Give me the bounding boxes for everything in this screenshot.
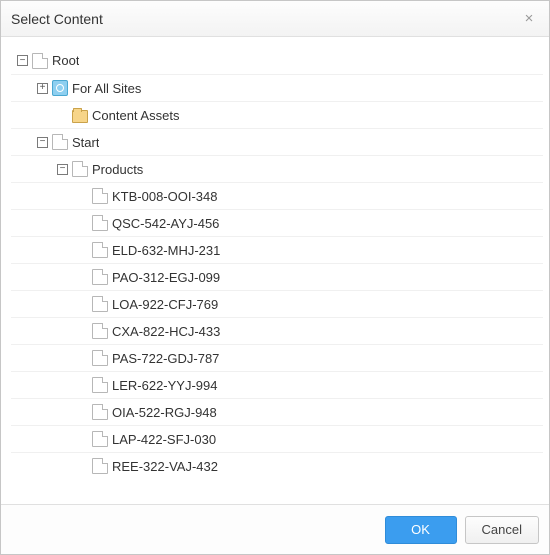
page-icon — [92, 269, 108, 285]
page-icon — [92, 323, 108, 339]
tree-node-label: Content Assets — [92, 108, 179, 123]
page-icon — [92, 215, 108, 231]
select-content-dialog: Select Content × − Root + For All Sites Cont… — [0, 0, 550, 555]
sites-icon — [52, 80, 68, 96]
collapse-toggle[interactable]: − — [37, 137, 48, 148]
page-icon — [92, 431, 108, 447]
tree-node-label: PAS-722-GDJ-787 — [112, 351, 219, 366]
toggle-placeholder — [77, 272, 88, 283]
content-tree[interactable]: −Root+For All SitesContent Assets−Start−… — [11, 47, 543, 504]
toggle-placeholder — [77, 218, 88, 229]
page-icon — [92, 404, 108, 420]
tree-row[interactable]: − Root — [11, 47, 543, 74]
tree-node-label: REE-322-VAJ-432 — [112, 459, 218, 474]
expand-toggle[interactable]: + — [37, 83, 48, 94]
tree-node-label: LER-622-YYJ-994 — [112, 378, 218, 393]
page-icon — [92, 242, 108, 258]
tree-node-label: OIA-522-RGJ-948 — [112, 405, 217, 420]
tree-node-label: LAP-422-SFJ-030 — [112, 432, 216, 447]
titlebar: Select Content × — [1, 1, 549, 37]
ok-button[interactable]: OK — [385, 516, 457, 544]
collapse-toggle[interactable]: − — [57, 164, 68, 175]
tree-node-label: PAO-312-EGJ-099 — [112, 270, 220, 285]
tree-node-label: KTB-008-OOI-348 — [112, 189, 218, 204]
tree-row[interactable]: OIA-522-RGJ-948 — [11, 398, 543, 425]
tree-row[interactable]: CXA-822-HCJ-433 — [11, 317, 543, 344]
tree-node-label: For All Sites — [72, 81, 141, 96]
tree-row[interactable]: − Start — [11, 128, 543, 155]
tree-row[interactable]: KTB-008-OOI-348 — [11, 182, 543, 209]
close-button[interactable]: × — [519, 10, 539, 27]
toggle-placeholder — [77, 434, 88, 445]
page-icon — [72, 161, 88, 177]
tree-node-label: QSC-542-AYJ-456 — [112, 216, 219, 231]
toggle-placeholder — [77, 326, 88, 337]
page-icon — [92, 458, 108, 474]
tree-row[interactable]: LAP-422-SFJ-030 — [11, 425, 543, 452]
tree-row[interactable]: Content Assets — [11, 101, 543, 128]
tree-node-label: Start — [72, 135, 99, 150]
tree-row[interactable]: LER-622-YYJ-994 — [11, 371, 543, 398]
toggle-placeholder — [77, 299, 88, 310]
page-icon — [32, 53, 48, 69]
toggle-placeholder — [77, 191, 88, 202]
tree-row[interactable]: REE-322-VAJ-432 — [11, 452, 543, 479]
tree-node-label: ELD-632-MHJ-231 — [112, 243, 220, 258]
tree-row[interactable]: PAS-722-GDJ-787 — [11, 344, 543, 371]
page-icon — [92, 296, 108, 312]
tree-node-label: Root — [52, 53, 79, 68]
tree-row[interactable]: + For All Sites — [11, 74, 543, 101]
folder-icon — [72, 110, 88, 123]
dialog-footer: OK Cancel — [1, 504, 549, 554]
tree-row[interactable]: QSC-542-AYJ-456 — [11, 209, 543, 236]
content-area: −Root+For All SitesContent Assets−Start−… — [1, 37, 549, 504]
cancel-button[interactable]: Cancel — [465, 516, 539, 544]
toggle-placeholder — [77, 407, 88, 418]
collapse-toggle[interactable]: − — [17, 55, 28, 66]
tree-node-label: LOA-922-CFJ-769 — [112, 297, 218, 312]
dialog-title: Select Content — [11, 11, 103, 27]
tree-row[interactable]: PAO-312-EGJ-099 — [11, 263, 543, 290]
page-icon — [92, 188, 108, 204]
tree-row[interactable]: − Products — [11, 155, 543, 182]
page-icon — [52, 134, 68, 150]
toggle-placeholder — [77, 461, 88, 472]
page-icon — [92, 350, 108, 366]
toggle-placeholder — [77, 380, 88, 391]
page-icon — [92, 377, 108, 393]
tree-node-label: CXA-822-HCJ-433 — [112, 324, 220, 339]
toggle-placeholder — [77, 245, 88, 256]
tree-row[interactable]: ELD-632-MHJ-231 — [11, 236, 543, 263]
toggle-placeholder — [77, 353, 88, 364]
tree-row[interactable]: LOA-922-CFJ-769 — [11, 290, 543, 317]
toggle-placeholder — [57, 110, 68, 121]
tree-node-label: Products — [92, 162, 143, 177]
